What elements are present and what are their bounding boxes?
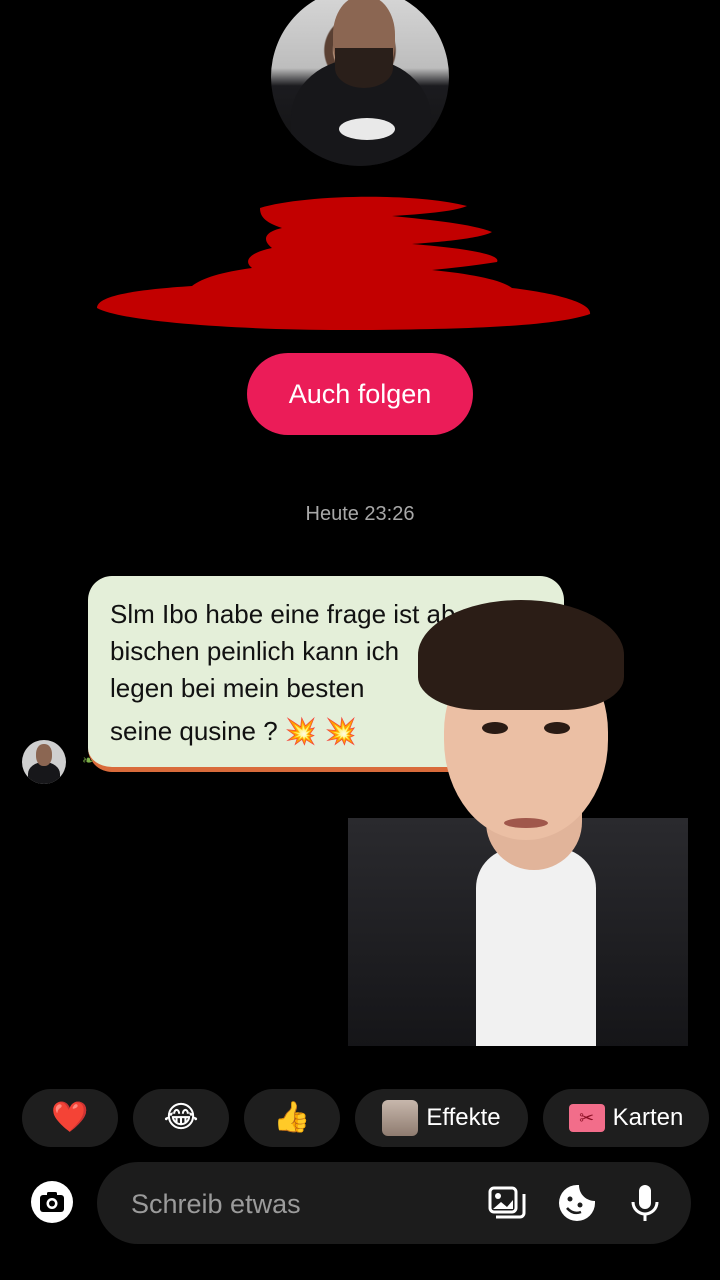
reaction-laugh-button[interactable]: 😂 [133, 1089, 229, 1147]
sender-avatar[interactable] [22, 740, 66, 784]
effects-thumbnail-icon [382, 1100, 419, 1136]
sticker-button[interactable] [555, 1181, 599, 1225]
reaction-thumbs-up-button[interactable]: 👍 [244, 1089, 340, 1147]
redacted-username-scribble [97, 196, 591, 330]
sticker-face-icon [559, 1185, 595, 1221]
laughing-face-icon: 😂 [163, 1101, 199, 1134]
image-icon [488, 1186, 526, 1219]
cards-button[interactable]: ✂ Karten [543, 1089, 709, 1147]
microphone-icon [631, 1185, 659, 1221]
message-input[interactable] [129, 1162, 473, 1246]
cards-label: Karten [612, 1104, 684, 1131]
reaction-heart-button[interactable]: ❤️ [22, 1089, 118, 1147]
voice-message-button[interactable] [623, 1181, 667, 1225]
reaction-leaf-icon: ❧ [82, 752, 94, 768]
thumbs-up-icon: 👍 [273, 1101, 311, 1134]
image-picker-button[interactable] [485, 1181, 529, 1225]
gift-card-icon: ✂ [568, 1104, 605, 1132]
camera-button[interactable] [28, 1178, 76, 1226]
effects-button[interactable]: Effekte [355, 1089, 528, 1147]
message-timestamp: Heute 23:26 [305, 503, 415, 525]
camera-icon [31, 1181, 73, 1223]
follow-back-button[interactable]: Auch folgen [247, 353, 473, 435]
profile-avatar[interactable] [271, 0, 449, 166]
message-composer [97, 1162, 691, 1246]
heart-icon: ❤️ [51, 1101, 89, 1134]
webcam-overlay [348, 600, 688, 1046]
effects-label: Effekte [426, 1104, 501, 1131]
